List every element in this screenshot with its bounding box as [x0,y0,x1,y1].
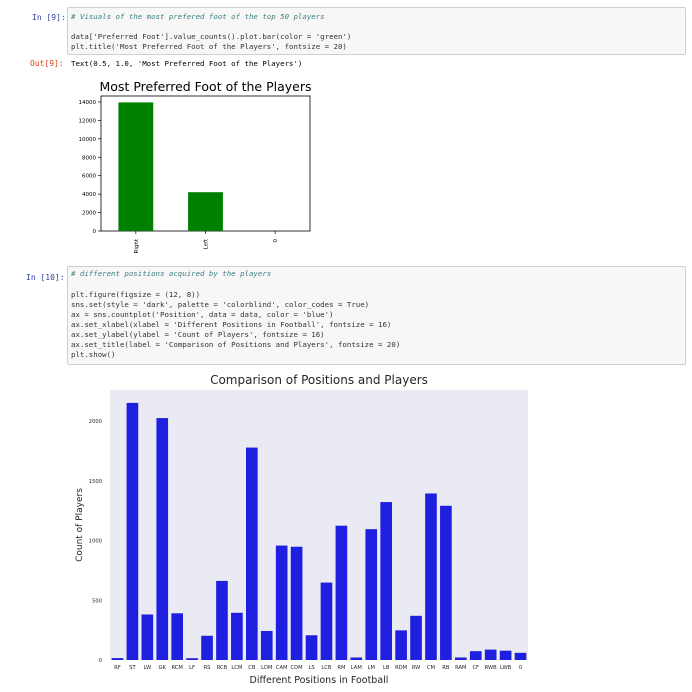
chart2-ytick-label: 2000 [89,419,102,425]
chart2-ylabel: Count of Players [75,488,85,562]
chart2-xtick-label: 0 [519,665,522,671]
cell10-code-editor[interactable]: # different positions acquired by the pl… [67,266,686,365]
chart2-bar [201,635,213,660]
chart1-ytick-label: 12000 [79,118,97,124]
chart2-bar [454,657,467,660]
chart2-xtick-label: CB [248,665,256,671]
chart2-bar [245,447,258,660]
chart2-bar [231,612,243,660]
chart2-bar [484,649,497,660]
chart2-xtick-label: RW [412,665,421,671]
chart2-xtick-label: LS [308,665,314,671]
chart1-ytick-label: 0 [93,229,97,235]
cell10-code-line: ax.set_xlabel(xlabel = 'Different Positi… [71,320,392,329]
chart2-bar [410,615,422,660]
chart1-xtick-label: Left [204,238,210,249]
chart2-xtick-label: LF [189,665,195,671]
chart2-xtick-label: LCB [321,665,332,671]
chart2-xtick-label: RS [204,665,211,671]
chart2-bar [320,582,333,660]
chart2-ytick-label: 0 [99,658,102,664]
cell10-in-prompt: In [10]: [26,273,65,282]
chart2-bar [126,402,139,660]
chart2-xtick-label: RCM [171,665,182,671]
chart1-ytick-label: 10000 [79,137,97,143]
chart1-ytick-label: 2000 [82,211,96,217]
chart2-xtick-label: RDM [395,665,407,671]
chart1-bar [118,102,154,231]
chart2-bar [440,505,452,660]
chart2-ytick-label: 1500 [89,479,102,485]
chart2-bar [275,545,288,660]
chart2-title: Comparison of Positions and Players [210,373,428,387]
chart2-xtick-label: RF [114,665,121,671]
cell10-code-line: ax.set_title(label = 'Comparison of Posi… [71,340,401,349]
cell9-in-prompt: In [9]: [32,13,66,22]
cell9-out-prompt: Out[9]: [30,59,64,68]
cell10-code-comment: # different positions acquired by the pl… [71,269,272,278]
chart2-bar [260,630,273,660]
cell10-code-line: ax.set_ylabel(ylabel = 'Count of Players… [71,330,325,339]
chart1-title: Most Preferred Foot of the Players [100,79,312,94]
chart1-ytick-label: 4000 [82,192,96,198]
chart2-xtick-label: RB [442,665,450,671]
cell9-code-line: data['Preferred Foot'].value_counts().pl… [71,32,352,41]
chart2-plot-area [110,390,528,660]
cell9-output-text: Text(0.5, 1.0, 'Most Preferred Foot of t… [71,59,303,68]
chart2-xtick-label: CAM [276,665,288,671]
chart2-bar [425,493,437,660]
chart2-bar [514,652,527,660]
chart2-xtick-label: LDM [261,665,272,671]
chart2-xtick-label: CM [427,665,435,671]
cell10-code-line: plt.show() [71,350,116,359]
chart2-bar [156,418,169,660]
chart2-bar [365,529,378,660]
chart2-xtick-label: CF [472,665,479,671]
chart2-bar [305,635,318,660]
chart2-xtick-label: RCB [217,665,228,671]
cell9-code-editor[interactable]: # Visuals of the most prefered foot of t… [67,7,686,55]
chart1-xtick-label: Right [134,238,140,253]
chart2-bar [141,614,154,660]
cell10-code-line: ax = sns.countplot('Position', data = da… [71,310,334,319]
chart2-xtick-label: LM [368,665,375,671]
chart1-bar [188,192,223,231]
chart2-xtick-label: LW [144,665,152,671]
chart2-bar [335,525,348,660]
chart2-bar [111,658,124,660]
chart1-xtick-label: 0 [273,239,279,243]
chart1-ytick-label: 8000 [82,155,96,161]
chart2-bar [171,613,184,660]
chart2-ytick-label: 1000 [89,539,102,545]
chart2-xtick-label: RM [337,665,345,671]
chart1-ytick-label: 14000 [79,100,97,106]
chart2-bar [499,650,512,660]
chart2-bar [216,580,228,660]
cell10-code-line: plt.figure(figsize = (12, 8)) [71,290,201,299]
chart2-xtick-label: LCM [231,665,242,671]
chart2-xtick-label: ST [129,665,136,671]
chart2-bar [350,657,363,660]
chart2-bar [469,651,482,660]
chart2-bar [380,502,393,660]
cell9-code-comment: # Visuals of the most prefered foot of t… [71,12,325,21]
chart2-xtick-label: RWB [485,665,498,671]
chart1-plot-area [100,95,311,232]
cell10-code-line: sns.set(style = 'dark', palette = 'color… [71,300,370,309]
chart2-xtick-label: LAM [351,665,362,671]
chart2-bar [186,658,198,660]
chart2-xlabel: Different Positions in Football [250,675,389,686]
cell9-code-line: plt.title('Most Preferred Foot of the Pl… [71,42,347,51]
chart2-xtick-label: LWB [500,665,512,671]
chart2-ytick-label: 500 [92,598,102,604]
chart2-xtick-label: RAM [455,665,466,671]
chart2-bar [395,630,407,660]
chart2-xtick-label: LB [383,665,390,671]
chart2-xtick-label: GK [159,665,167,671]
chart1-ytick-label: 6000 [82,174,96,180]
chart2-xtick-label: CDM [291,665,303,671]
chart2-bar [290,546,303,660]
